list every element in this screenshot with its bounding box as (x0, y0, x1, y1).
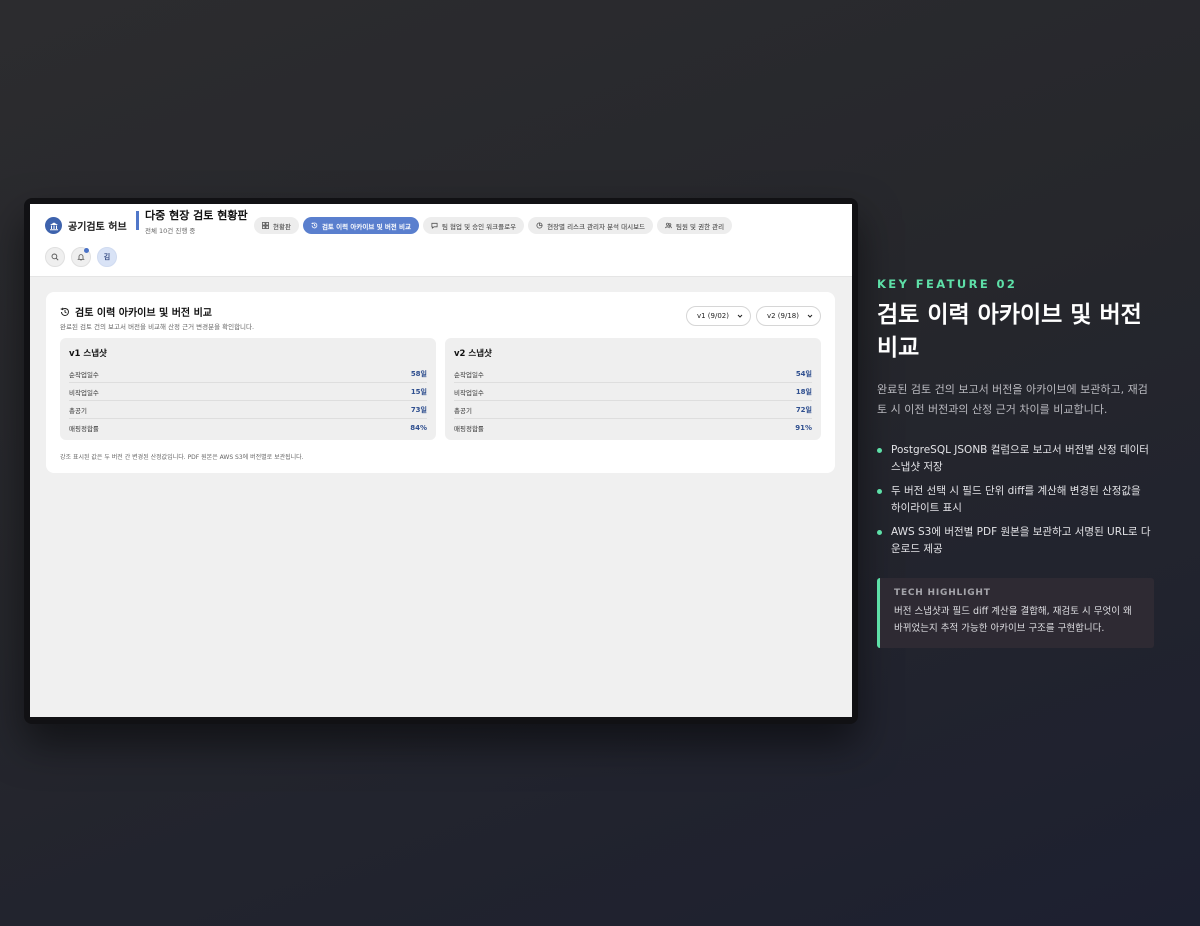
feature-bullet: AWS S3에 버전별 PDF 원본을 보관하고 서명된 URL로 다운로드 제… (877, 524, 1152, 558)
toolbar: 김 (45, 247, 117, 267)
snapshot-v1: v1 스냅샷 순작업일수 58일 비작업일수 15일 총공기 73일 매핑정합률 84% (60, 338, 436, 440)
history-icon (311, 222, 318, 229)
archive-description: 완료된 검토 건의 보고서 버전을 비교해 산정 근거 변경분을 확인합니다. (60, 323, 255, 331)
chat-icon (431, 222, 438, 229)
tab-risk-analytics[interactable]: 현장별 리스크 관리자 분석 대시보드 (528, 217, 654, 234)
laptop-frame: 공기검토 허브 다중 현장 검토 현황판 전체 10건 진행 중 현황판 검토 … (24, 198, 858, 724)
tab-dashboard[interactable]: 현황판 (254, 217, 299, 234)
archive-header: 검토 이력 아카이브 및 버전 비교 완료된 검토 건의 보고서 버전을 비교해… (60, 304, 254, 331)
archive-card: 검토 이력 아카이브 및 버전 비교 완료된 검토 건의 보고서 버전을 비교해… (46, 292, 835, 473)
snapshot-title: v1 스냅샷 (69, 349, 107, 359)
tab-label: 검토 이력 아카이브 및 버전 비교 (321, 222, 412, 231)
feature-lead: 완료된 검토 건의 보고서 버전을 아카이브에 보관하고, 재검토 시 이전 버… (877, 383, 1148, 416)
tab-archive[interactable]: 검토 이력 아카이브 및 버전 비교 (302, 217, 420, 234)
grid-icon (262, 222, 269, 229)
row-value: 15일 (410, 387, 427, 396)
snapshot-row: 순작업일수 54일 (454, 365, 812, 383)
snapshot-row: 비작업일수 15일 (69, 383, 427, 401)
row-value: 84% (410, 423, 427, 432)
brand[interactable]: 공기검토 허브 (45, 217, 127, 234)
version-selectors: v1 (9/02) v2 (9/18) (685, 306, 821, 326)
snapshot-row: 총공기 73일 (69, 401, 427, 419)
archive-title-text: 검토 이력 아카이브 및 버전 비교 (75, 308, 213, 319)
app-screen: 공기검토 허브 다중 현장 검토 현황판 전체 10건 진행 중 현황판 검토 … (30, 204, 852, 717)
snapshot-v2: v2 스냅샷 순작업일수 54일 비작업일수 18일 총공기 72일 매핑정합률 91% (445, 338, 821, 440)
snapshot-title: v2 스냅샷 (454, 349, 492, 359)
notifications-button[interactable] (71, 247, 91, 267)
row-value: 73일 (410, 405, 427, 414)
page-title: 다중 현장 검토 현황판 (145, 209, 248, 222)
feature-kicker: KEY FEATURE 02 (877, 277, 1018, 291)
snapshot-row: 매핑정합률 84% (69, 419, 427, 436)
row-label: 비작업일수 (69, 388, 99, 397)
row-label: 순작업일수 (69, 370, 99, 379)
row-value: 91% (795, 423, 812, 432)
snapshot-row: 총공기 72일 (454, 401, 812, 419)
tab-label: 현황판 (273, 222, 291, 231)
feature-headline: 검토 이력 아카이브 및 버전 비교 (877, 302, 1142, 361)
archive-footnote: 강조 표시된 값은 두 버전 간 변경된 산정값입니다. PDF 원본은 AWS… (60, 454, 304, 461)
page-title-block: 다중 현장 검토 현황판 전체 10건 진행 중 (136, 209, 248, 235)
row-value: 58일 (410, 369, 427, 378)
analytics-icon (536, 222, 543, 229)
row-label: 총공기 (69, 406, 87, 415)
row-value: 72일 (795, 405, 812, 414)
row-label: 비작업일수 (454, 388, 484, 397)
feature-bullets: PostgreSQL JSONB 컬럼으로 보고서 버전별 산정 데이터 스냅샷… (877, 442, 1152, 565)
team-icon (665, 222, 672, 229)
search-icon (51, 253, 59, 261)
building-icon (45, 217, 62, 234)
version-a-select[interactable]: v1 (9/02) (685, 306, 751, 326)
bell-icon (77, 254, 85, 261)
top-bar: 공기검토 허브 다중 현장 검토 현황판 전체 10건 진행 중 현황판 검토 … (30, 204, 852, 277)
row-label: 매핑정합률 (69, 424, 99, 433)
main-nav: 현황판 검토 이력 아카이브 및 버전 비교 팀 협업 및 승인 워크플로우 현… (254, 217, 733, 234)
row-label: 매핑정합률 (454, 424, 484, 433)
row-label: 총공기 (454, 406, 472, 415)
snapshot-rows: 순작업일수 58일 비작업일수 15일 총공기 73일 매핑정합률 84% (69, 365, 427, 436)
snapshot-row: 비작업일수 18일 (454, 383, 812, 401)
row-label: 순작업일수 (454, 370, 484, 379)
notification-dot (84, 248, 89, 253)
row-value: 54일 (795, 369, 812, 378)
version-b-select[interactable]: v2 (9/18) (755, 306, 821, 326)
tech-highlight-body: 버전 스냅샷과 필드 diff 계산을 결합해, 재검토 시 무엇이 왜 바뀌었… (894, 606, 1132, 634)
version-a-value: v1 (9/02) (696, 312, 729, 320)
brand-name: 공기검토 허브 (68, 222, 127, 233)
row-value: 18일 (795, 387, 812, 396)
page-subtitle: 전체 10건 진행 중 (145, 227, 196, 235)
tech-highlight-label: TECH HIGHLIGHT (894, 588, 991, 598)
avatar[interactable]: 김 (97, 247, 117, 267)
chevron-down-icon (807, 314, 813, 318)
version-b-value: v2 (9/18) (766, 312, 799, 320)
chevron-down-icon (737, 314, 743, 318)
snapshot-rows: 순작업일수 54일 비작업일수 18일 총공기 72일 매핑정합률 91% (454, 365, 812, 436)
tab-label: 팀원 및 권한 관리 (676, 222, 725, 231)
search-button[interactable] (45, 247, 65, 267)
archive-title: 검토 이력 아카이브 및 버전 비교 (60, 304, 254, 319)
feature-bullet: PostgreSQL JSONB 컬럼으로 보고서 버전별 산정 데이터 스냅샷… (877, 442, 1152, 476)
tech-highlight: TECH HIGHLIGHT 버전 스냅샷과 필드 diff 계산을 결합해, … (877, 578, 1154, 648)
tab-team-permissions[interactable]: 팀원 및 권한 관리 (657, 217, 733, 234)
tab-workflow[interactable]: 팀 협업 및 승인 워크플로우 (423, 217, 525, 234)
tab-label: 현장별 리스크 관리자 분석 대시보드 (547, 222, 646, 231)
snapshot-row: 매핑정합률 91% (454, 419, 812, 436)
tab-label: 팀 협업 및 승인 워크플로우 (442, 222, 517, 231)
feature-bullet: 두 버전 선택 시 필드 단위 diff를 계산해 변경된 산정값을 하이라이트… (877, 483, 1152, 517)
snapshot-row: 순작업일수 58일 (69, 365, 427, 383)
history-icon (60, 307, 69, 316)
